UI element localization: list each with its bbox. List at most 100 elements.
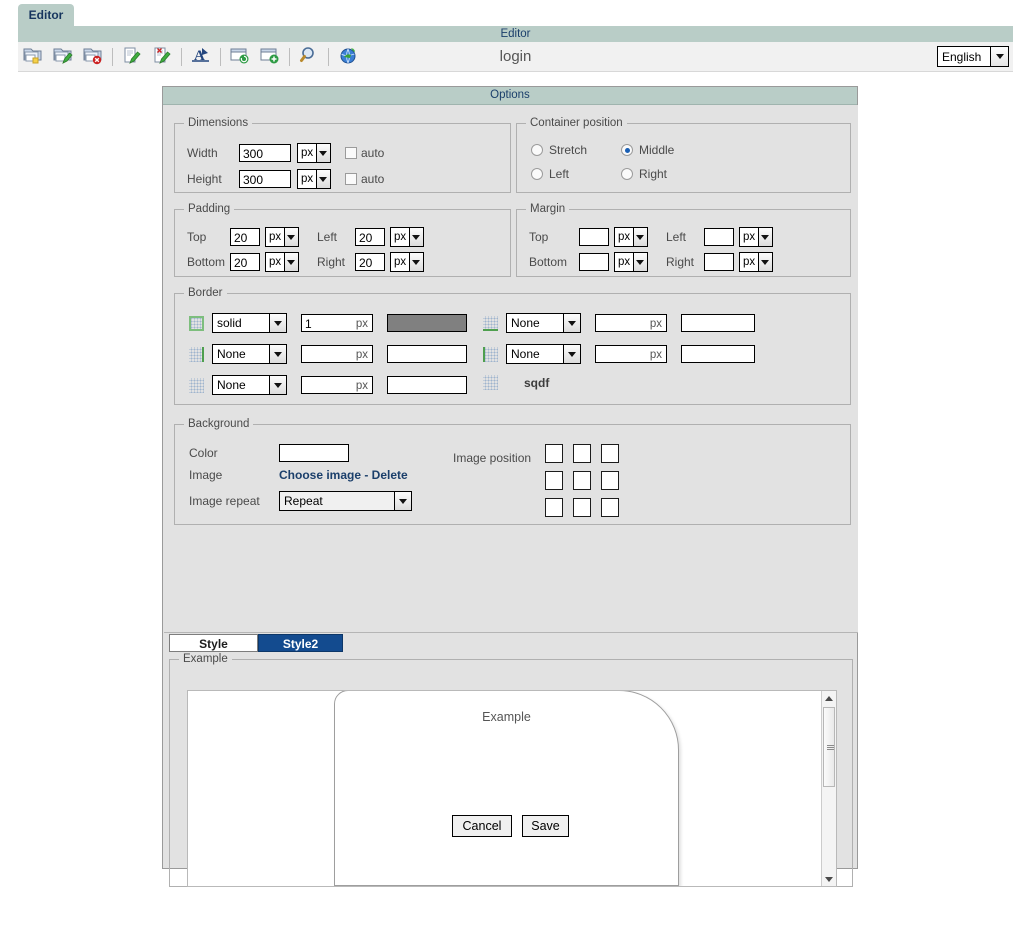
delete-page-button[interactable]: [147, 42, 177, 71]
style-tab-bar: Style Style2: [169, 634, 853, 652]
border-right-width-input[interactable]: px: [301, 345, 373, 363]
language-select[interactable]: English: [937, 46, 1009, 67]
cancel-button-label: Cancel: [462, 819, 502, 833]
border-all-color-swatch[interactable]: [387, 314, 467, 332]
image-position-cell-middle-right[interactable]: [601, 471, 619, 490]
image-position-cell-bottom-right[interactable]: [601, 498, 619, 517]
position-radio-stretch[interactable]: [531, 144, 543, 156]
cancel-button[interactable]: Cancel: [452, 815, 512, 837]
edit-folder-icon: [52, 45, 74, 68]
padding-bottom-unit-select[interactable]: px: [265, 252, 299, 272]
border-right-icon[interactable]: [189, 346, 204, 362]
image-position-cell-middle-left[interactable]: [545, 471, 563, 490]
delete-folder-icon: [82, 45, 104, 68]
border-top-icon[interactable]: [483, 346, 498, 362]
position-label-right: Right: [639, 167, 668, 181]
border-radius-icon[interactable]: [483, 375, 498, 390]
height-unit-select[interactable]: px: [297, 169, 331, 189]
example-legend: Example: [183, 653, 228, 665]
tab-style2-label: Style2: [282, 637, 319, 651]
scroll-up-arrow-icon[interactable]: [822, 691, 836, 705]
margin-bottom-input[interactable]: [579, 253, 609, 271]
toolbar-separator: [181, 47, 182, 66]
margin-legend: Margin: [530, 203, 566, 215]
image-repeat-select[interactable]: Repeat: [279, 491, 412, 511]
preview-search-button[interactable]: [294, 42, 324, 71]
border-left-style-select[interactable]: None: [212, 375, 287, 395]
new-folder-icon: [22, 45, 44, 68]
border-group: Border solid 1 px None px None px None p…: [174, 287, 851, 405]
border-left-color-swatch[interactable]: [387, 376, 467, 394]
padding-right-input[interactable]: 20: [355, 253, 385, 271]
border-all-style-select[interactable]: solid: [212, 313, 287, 333]
margin-right-unit-select[interactable]: px: [739, 252, 773, 272]
border-top-style-select[interactable]: None: [506, 344, 581, 364]
scroll-down-arrow-icon[interactable]: [822, 872, 836, 886]
border-left-width-input[interactable]: px: [301, 376, 373, 394]
tab-style[interactable]: Style: [169, 634, 258, 652]
border-right-style-value: None: [217, 347, 246, 361]
tab-style2[interactable]: Style2: [258, 634, 343, 652]
position-radio-left[interactable]: [531, 168, 543, 180]
margin-left-input[interactable]: [704, 228, 734, 246]
border-bottom-width-input[interactable]: px: [595, 314, 667, 332]
margin-bottom-unit-select[interactable]: px: [614, 252, 648, 272]
border-top-style-value: None: [511, 347, 540, 361]
delete-folder-button[interactable]: [78, 42, 108, 71]
margin-right-input[interactable]: [704, 253, 734, 271]
chevron-down-icon: [990, 47, 1008, 66]
width-auto-label: auto: [361, 146, 385, 160]
width-auto-checkbox[interactable]: [345, 147, 357, 159]
border-top-width-input[interactable]: px: [595, 345, 667, 363]
image-position-cell-top-left[interactable]: [545, 444, 563, 463]
height-auto-checkbox[interactable]: [345, 173, 357, 185]
position-radio-right[interactable]: [621, 168, 633, 180]
add-window-button[interactable]: [255, 42, 285, 71]
border-all-icon[interactable]: [189, 315, 204, 331]
height-input[interactable]: 300: [239, 170, 291, 188]
border-bottom-color-swatch[interactable]: [681, 314, 755, 332]
background-color-swatch[interactable]: [279, 444, 349, 462]
padding-left-unit-select[interactable]: px: [390, 227, 424, 247]
padding-right-unit-select[interactable]: px: [390, 252, 424, 272]
padding-top-label: Top: [187, 230, 207, 244]
border-right-style-select[interactable]: None: [212, 344, 287, 364]
padding-top-input[interactable]: 20: [230, 228, 260, 246]
refresh-window-button[interactable]: [225, 42, 255, 71]
border-bottom-style-select[interactable]: None: [506, 313, 581, 333]
border-all-width-input[interactable]: 1 px: [301, 314, 373, 332]
image-position-cell-bottom-center[interactable]: [573, 498, 591, 517]
image-position-cell-top-right[interactable]: [601, 444, 619, 463]
choose-image-link[interactable]: Choose image - Delete: [279, 468, 408, 482]
image-position-cell-bottom-left[interactable]: [545, 498, 563, 517]
width-unit-select[interactable]: px: [297, 143, 331, 163]
margin-left-unit-select[interactable]: px: [739, 227, 773, 247]
border-bottom-icon[interactable]: [483, 315, 498, 331]
margin-bottom-label: Bottom: [529, 255, 568, 269]
padding-left-input[interactable]: 20: [355, 228, 385, 246]
border-left-icon[interactable]: [189, 377, 204, 393]
image-position-cell-middle-center[interactable]: [573, 471, 591, 490]
edit-page-button[interactable]: [117, 42, 147, 71]
position-radio-middle[interactable]: [621, 144, 633, 156]
save-button[interactable]: Save: [522, 815, 569, 837]
image-position-cell-top-center[interactable]: [573, 444, 591, 463]
edit-folder-button[interactable]: [48, 42, 78, 71]
options-panel: Options Dimensions Width 300 px auto Hei…: [162, 86, 858, 887]
margin-left-unit-value: px: [743, 231, 756, 243]
padding-left-unit-value: px: [394, 231, 407, 243]
chevron-down-icon: [563, 314, 580, 332]
padding-bottom-input[interactable]: 20: [230, 253, 260, 271]
border-top-color-swatch[interactable]: [681, 345, 755, 363]
new-folder-button[interactable]: [18, 42, 48, 71]
padding-top-unit-select[interactable]: px: [265, 227, 299, 247]
border-all-width-unit: px: [355, 318, 368, 330]
scrollbar-thumb[interactable]: [823, 707, 835, 787]
publish-globe-button[interactable]: [333, 42, 363, 71]
margin-top-unit-select[interactable]: px: [614, 227, 648, 247]
margin-top-input[interactable]: [579, 228, 609, 246]
border-right-color-swatch[interactable]: [387, 345, 467, 363]
width-input[interactable]: 300: [239, 144, 291, 162]
tab-editor[interactable]: Editor: [18, 4, 74, 27]
font-style-button[interactable]: A: [186, 42, 216, 71]
